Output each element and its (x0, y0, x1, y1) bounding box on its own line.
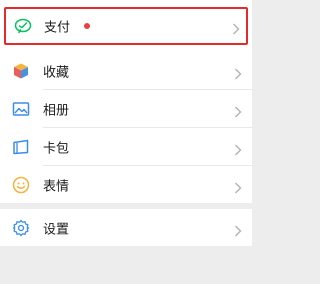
settings-label: 设置 (43, 222, 70, 237)
menu-item-album[interactable]: 相册 (0, 90, 252, 127)
chevron-right-icon (234, 103, 242, 117)
menu-items-list: 收藏 相册 卡包 表情 (0, 52, 252, 203)
chevron-right-icon (234, 65, 242, 79)
settings-gear-icon (12, 219, 30, 237)
pay-icon (14, 17, 32, 35)
emoji-smile-icon (12, 176, 30, 194)
album-label: 相册 (43, 103, 70, 118)
favorites-cube-icon (12, 62, 30, 80)
pay-notification-badge (84, 23, 90, 29)
pay-label: 支付 (44, 20, 71, 36)
menu-group-main: 支付 收藏 相册 卡包 表情 (0, 0, 252, 203)
chevron-right-icon (234, 141, 242, 155)
chevron-right-icon (232, 20, 240, 35)
emoji-label: 表情 (43, 179, 70, 194)
chevron-right-icon (234, 179, 242, 193)
menu-item-emoji[interactable]: 表情 (0, 166, 252, 203)
menu-item-pay[interactable]: 支付 (4, 7, 248, 45)
menu-item-favorites[interactable]: 收藏 (0, 52, 252, 89)
card-wallet-label: 卡包 (43, 141, 70, 156)
card-wallet-icon (12, 138, 30, 156)
menu-item-card-wallet[interactable]: 卡包 (0, 128, 252, 165)
menu-item-settings[interactable]: 设置 (0, 209, 252, 246)
me-menu-screen: 支付 收藏 相册 卡包 表情 设置 (0, 0, 252, 284)
album-icon (12, 100, 30, 118)
chevron-right-icon (234, 222, 242, 236)
menu-group-settings: 设置 (0, 209, 252, 246)
pay-section: 支付 (0, 0, 252, 52)
favorites-label: 收藏 (43, 65, 70, 80)
